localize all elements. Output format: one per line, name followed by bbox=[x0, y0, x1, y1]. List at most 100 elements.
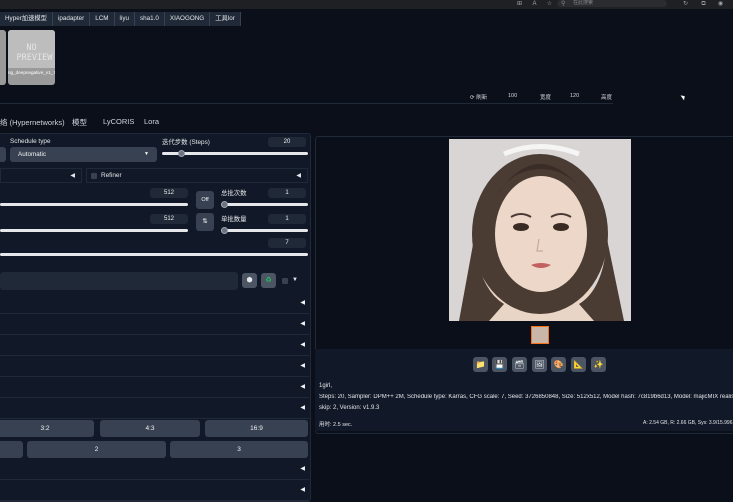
favorite-icon[interactable]: ☆ bbox=[545, 0, 554, 8]
search-icon: ⚲ bbox=[561, 1, 566, 7]
no-preview-image: NO PREVIEW bbox=[8, 30, 55, 68]
refiner-checkbox[interactable] bbox=[91, 173, 97, 179]
archive-icon[interactable]: 🗃 bbox=[512, 357, 527, 372]
sampler-select-edge[interactable] bbox=[0, 147, 6, 162]
translate-icon[interactable]: ⊞ bbox=[515, 0, 524, 8]
extensions-icon[interactable]: ⧉ bbox=[699, 0, 708, 8]
batch-size-label: 单批数量 bbox=[221, 216, 247, 223]
triangle-left-icon: ◀ bbox=[300, 363, 305, 369]
accordion-row-7[interactable]: ◀ bbox=[0, 461, 309, 480]
tab-tools[interactable]: 工具lor bbox=[210, 12, 241, 26]
batch-count-label: 总批次数 bbox=[221, 190, 247, 197]
accordion-row-4[interactable]: ◀ bbox=[0, 358, 309, 377]
accordion-row-3[interactable]: ◀ bbox=[0, 337, 309, 356]
extra-seed-checkbox[interactable] bbox=[282, 278, 288, 284]
prompt-text: 1girl, bbox=[319, 383, 333, 389]
tab-sha[interactable]: sha1.0 bbox=[135, 12, 165, 26]
count-1-button[interactable] bbox=[0, 441, 23, 458]
tab-liyu[interactable]: liyu bbox=[115, 12, 135, 26]
card-height-value[interactable]: 120 bbox=[570, 93, 579, 99]
tab-xiaogong[interactable]: XIAOGONG bbox=[165, 12, 211, 26]
cfg-input[interactable]: 7 bbox=[268, 238, 306, 248]
recycle-icon[interactable]: ♻ bbox=[261, 273, 276, 288]
refiner-accordion[interactable]: Refiner ◀ bbox=[86, 168, 308, 183]
triangle-left-icon: ◀ bbox=[70, 173, 75, 179]
embedding-card[interactable]: NO PREVIEW ng_deepnegative_v1_75t bbox=[8, 30, 55, 85]
refresh-icon[interactable]: ↻ bbox=[681, 0, 690, 8]
palette-icon[interactable]: 🎨 bbox=[551, 357, 566, 372]
batch-size-thumb[interactable] bbox=[221, 227, 228, 234]
tab-lcm[interactable]: LCM bbox=[90, 12, 115, 26]
width-input[interactable]: 512 bbox=[150, 188, 188, 198]
count-3-button[interactable]: 3 bbox=[170, 441, 308, 458]
save-icon[interactable]: 💾 bbox=[492, 357, 507, 372]
triangle-left-icon: ◀ bbox=[300, 300, 305, 306]
schedule-type-label: Schedule type bbox=[10, 138, 51, 145]
tab-ipadapter[interactable]: ipadapter bbox=[53, 12, 91, 26]
batch-count-slider[interactable] bbox=[221, 203, 308, 206]
batch-count-thumb[interactable] bbox=[221, 201, 228, 208]
generation-params: Steps: 20, Sampler: DPM++ 2M, Schedule t… bbox=[319, 394, 733, 400]
cfg-slider[interactable] bbox=[0, 253, 308, 256]
card-width-label: 宽度 bbox=[540, 95, 552, 101]
triangle-left-icon: ◀ bbox=[300, 321, 305, 327]
accordion-row-8[interactable]: ◀ bbox=[0, 482, 309, 501]
network-folder-tabs: Hyper加速模型 ipadapter LCM liyu sha1.0 XIAO… bbox=[0, 12, 241, 26]
batch-count-input[interactable]: 1 bbox=[268, 188, 306, 198]
divider bbox=[0, 103, 613, 104]
partial-card[interactable] bbox=[0, 30, 6, 85]
vram-usage: A: 2.54 GB, R: 2.66 GB, Sys: 3.9/15.996 bbox=[643, 420, 733, 426]
triangle-left-icon: ◀ bbox=[300, 342, 305, 348]
accordion-row-6[interactable]: ◀ bbox=[0, 400, 309, 419]
tab-checkpoints[interactable]: 模型 bbox=[72, 117, 87, 128]
steps-slider-thumb[interactable] bbox=[177, 150, 185, 157]
hires-fix-accordion[interactable]: ◀ bbox=[0, 168, 82, 183]
tab-hypernetworks[interactable]: 络 (Hypernetworks) bbox=[0, 117, 65, 128]
folder-icon[interactable]: 📁 bbox=[473, 357, 488, 372]
refresh-label: 刷新 bbox=[476, 95, 488, 101]
refresh-button[interactable]: ⟳ 刷新 bbox=[470, 93, 487, 101]
batch-size-input[interactable]: 1 bbox=[268, 214, 306, 224]
steps-label: 迭代步数 (Steps) bbox=[162, 139, 210, 146]
swap-dimensions-button[interactable]: ⇅ bbox=[196, 213, 214, 231]
profile-icon[interactable]: ◉ bbox=[716, 0, 725, 8]
browser-search-input[interactable]: 在此搜索 bbox=[557, 0, 667, 7]
height-slider[interactable] bbox=[0, 229, 188, 232]
accordion-row-2[interactable]: ◀ bbox=[0, 316, 309, 335]
swap-icon: ⇅ bbox=[202, 218, 208, 225]
tab-lycoris[interactable]: LyCORIS bbox=[103, 117, 134, 126]
accordion-row-1[interactable]: ◀ bbox=[0, 295, 309, 314]
ruler-icon[interactable]: 📐 bbox=[571, 357, 586, 372]
aspect-toggle-button[interactable]: Off bbox=[196, 191, 214, 209]
portrait-illustration bbox=[449, 139, 631, 321]
batch-size-slider[interactable] bbox=[221, 229, 308, 232]
generation-params-2: skip: 2, Version: v1.9.3 bbox=[319, 405, 380, 411]
mouse-cursor-icon bbox=[680, 93, 687, 101]
count-2-button[interactable]: 2 bbox=[27, 441, 166, 458]
dice-icon[interactable]: ⬢ bbox=[242, 273, 257, 288]
chevron-down-icon: ▼ bbox=[144, 151, 149, 157]
tab-hyper[interactable]: Hyper加速模型 bbox=[0, 12, 53, 26]
ratio-16-9-button[interactable]: 16:9 bbox=[205, 420, 308, 437]
tab-lora[interactable]: Lora bbox=[144, 117, 159, 126]
width-slider[interactable] bbox=[0, 203, 188, 206]
accordion-row-5[interactable]: ◀ bbox=[0, 379, 309, 398]
triangle-left-icon: ◀ bbox=[296, 173, 301, 179]
schedule-type-value: Automatic bbox=[18, 151, 46, 158]
height-input[interactable]: 512 bbox=[150, 214, 188, 224]
expand-seed-icon[interactable]: ▼ bbox=[292, 277, 298, 283]
sparkle-icon[interactable]: ✨ bbox=[591, 357, 606, 372]
generated-image[interactable] bbox=[449, 139, 631, 321]
card-height-label: 高度 bbox=[601, 95, 613, 101]
ratio-4-3-button[interactable]: 4:3 bbox=[100, 420, 200, 437]
time-taken: 用时: 2.5 sec. bbox=[319, 422, 353, 428]
card-width-value[interactable]: 100 bbox=[508, 93, 517, 99]
ratio-3-2-button[interactable]: 3:2 bbox=[0, 420, 94, 437]
schedule-type-select[interactable]: Automatic ▼ bbox=[10, 147, 157, 162]
steps-input[interactable]: 20 bbox=[268, 137, 306, 147]
no-preview-text: NO PREVIEW bbox=[16, 43, 53, 63]
read-aloud-icon[interactable]: A bbox=[530, 0, 539, 8]
image-icon[interactable]: 🖼 bbox=[532, 357, 547, 372]
seed-input[interactable] bbox=[0, 272, 238, 290]
thumbnail-selected[interactable] bbox=[531, 326, 549, 344]
